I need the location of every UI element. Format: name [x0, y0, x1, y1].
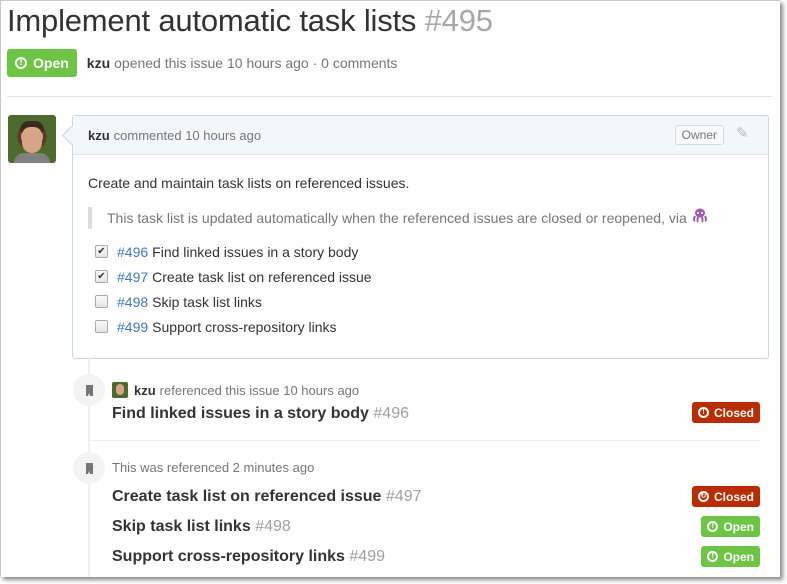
comment-author-link[interactable]: kzu — [88, 128, 110, 143]
ref-number: #496 — [373, 405, 409, 422]
state-label: Closed — [713, 489, 754, 504]
closed-state-badge: ! Closed — [691, 402, 760, 423]
issue-closed-icon: ! — [697, 407, 709, 418]
header-divider — [7, 96, 772, 97]
ref-title[interactable]: Find linked issues in a story body — [112, 405, 369, 422]
ref-number: #499 — [349, 548, 385, 565]
comment-timestamp[interactable]: commented 10 hours ago — [114, 128, 261, 143]
task-list-item: ✔ #496 Find linked issues in a story bod… — [95, 239, 753, 264]
issue-state-label: Open — [33, 55, 69, 71]
task-issue-link[interactable]: #497 — [117, 269, 148, 285]
issue-opened-text: opened this issue 10 hours ago · 0 comme… — [114, 55, 398, 71]
task-checkbox[interactable]: ✔ — [95, 245, 108, 258]
comment-text: Create and maintain task lists on refere… — [88, 175, 410, 191]
issue-page: Implement automatic task lists #495 ! Op… — [0, 0, 780, 577]
task-checkbox[interactable]: ✔ — [95, 270, 108, 283]
ref-title[interactable]: Support cross-repository links — [112, 548, 345, 565]
task-list: ✔ #496 Find linked issues in a story bod… — [88, 239, 753, 339]
task-label: Find linked issues in a story body — [152, 243, 359, 260]
edit-pencil-icon[interactable]: ✎ — [736, 126, 752, 142]
task-checkbox[interactable] — [95, 320, 108, 333]
task-label: Create task list on referenced issue — [152, 268, 372, 285]
bookmark-icon — [73, 374, 105, 406]
open-state-badge: ! Open — [701, 516, 760, 537]
issue-number: #495 — [424, 3, 493, 38]
avatar[interactable] — [8, 115, 56, 163]
task-issue-link[interactable]: #496 — [117, 244, 148, 260]
owner-badge: Owner — [674, 125, 724, 145]
issue-reopened-icon: ↻ — [697, 491, 709, 502]
event-header: kzu referenced this issue 10 hours ago — [112, 382, 359, 398]
blockquote: This task list is updated automatically … — [88, 207, 753, 229]
task-list-item: #498 Skip task list links — [95, 289, 753, 314]
ref-title[interactable]: Create task list on referenced issue — [112, 488, 381, 505]
comment-box: kzu commented 10 hours ago Owner ✎ Creat… — [72, 115, 769, 359]
closed-state-badge: ↻ Closed — [691, 486, 760, 507]
issue-opened-icon: ! — [707, 521, 719, 532]
issue-title: Implement automatic task lists #495 — [7, 3, 493, 39]
bookmark-icon — [73, 452, 105, 484]
state-label: Open — [723, 549, 754, 564]
state-label: Closed — [713, 405, 754, 420]
event-text: This was referenced 2 minutes ago — [112, 460, 315, 475]
task-label: Support cross-repository links — [152, 318, 337, 335]
state-label: Open — [723, 519, 754, 534]
task-label: Skip task list links — [152, 293, 262, 310]
task-list-item: ✔ #497 Create task list on referenced is… — [95, 264, 753, 289]
issue-meta: ! Open kzu opened this issue 10 hours ag… — [7, 49, 397, 77]
issue-opened-icon: ! — [15, 57, 27, 69]
issue-state-badge: ! Open — [7, 49, 77, 77]
referenced-issue-link[interactable]: Find linked issues in a story body #496 — [112, 405, 409, 423]
task-list-item: #499 Support cross-repository links — [95, 314, 753, 339]
event-divider — [90, 440, 760, 441]
issue-author-link[interactable]: kzu — [87, 55, 110, 71]
comment-body: Create and maintain task lists on refere… — [73, 175, 768, 339]
open-state-badge: ! Open — [701, 546, 760, 567]
referenced-issue-link[interactable]: Support cross-repository links #499 — [112, 548, 385, 566]
ref-number: #498 — [255, 518, 291, 535]
quote-text: This task list is updated automatically … — [107, 210, 687, 226]
task-issue-link[interactable]: #499 — [117, 319, 148, 335]
issue-title-text: Implement automatic task lists — [7, 3, 417, 38]
octopus-emoji-icon — [692, 208, 707, 223]
event-text: referenced this issue 10 hours ago — [159, 382, 360, 398]
event-header: This was referenced 2 minutes ago — [112, 460, 314, 475]
mini-avatar[interactable] — [112, 382, 128, 398]
issue-opened-icon: ! — [707, 551, 719, 562]
task-issue-link[interactable]: #498 — [117, 294, 148, 310]
event-author-link[interactable]: kzu — [134, 383, 156, 398]
referenced-issue-link[interactable]: Skip task list links #498 — [112, 518, 291, 536]
ref-title[interactable]: Skip task list links — [112, 518, 251, 535]
referenced-issue-link[interactable]: Create task list on referenced issue #49… — [112, 488, 422, 506]
ref-number: #497 — [385, 488, 422, 505]
comment-header: kzu commented 10 hours ago Owner ✎ — [73, 116, 768, 155]
task-checkbox[interactable] — [95, 295, 108, 308]
